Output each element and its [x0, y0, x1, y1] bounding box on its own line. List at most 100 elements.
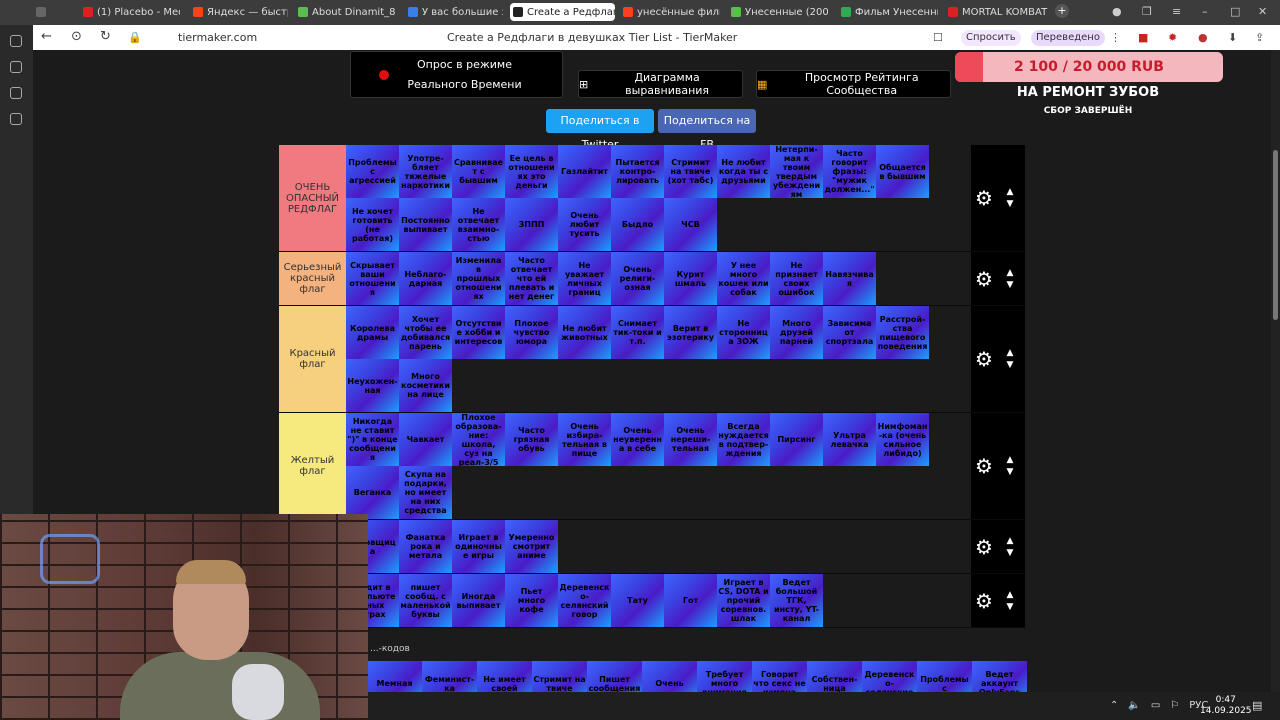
pool-item[interactable]: Не имеет своей	[477, 661, 532, 692]
tier-item[interactable]: Тату	[611, 574, 664, 627]
scrollbar-thumb[interactable]	[1273, 150, 1278, 320]
tier-item[interactable]: Не сторонница ЗОЖ	[717, 306, 770, 359]
browser-tab[interactable]: У вас большие запр	[405, 3, 503, 21]
speaker-icon[interactable]: 🔈	[1128, 700, 1140, 711]
page-scrollbar[interactable]	[1271, 50, 1280, 692]
tier-item[interactable]: Очень любит тусить	[558, 198, 611, 251]
tier-item[interactable]: Сравнивает с бывшим	[452, 145, 505, 198]
screenshot-icon[interactable]	[10, 113, 22, 125]
ask-button[interactable]: Спросить	[961, 30, 1021, 46]
tier-item[interactable]: Газлайтит	[558, 145, 611, 198]
tier-item[interactable]: Часто говорит фразы: "мужик должен..."	[823, 145, 876, 198]
tier-item[interactable]: Ведет большой ТГК, инсту, YT-канал	[770, 574, 823, 627]
realtime-poll-button[interactable]: Опрос в режиме Реального Времени	[350, 51, 563, 98]
tier-item[interactable]: Не отвечает взаимно-стью	[452, 198, 505, 251]
tier-item[interactable]: Гот	[664, 574, 717, 627]
gear-icon[interactable]: ⚙	[975, 349, 993, 369]
tier-item[interactable]: Курит шмаль	[664, 252, 717, 305]
tier-item[interactable]: Хочет чтобы ее добивался парень	[399, 306, 452, 359]
pool-item[interactable]: Очень	[642, 661, 697, 692]
chevron-down-icon[interactable]: ▼	[1003, 547, 1017, 559]
chevron-up-icon[interactable]: ▲	[1003, 589, 1017, 601]
tier-item[interactable]: ЗППП	[505, 198, 558, 251]
pool-item[interactable]: Говорит что секс не измена	[752, 661, 807, 692]
tier-item[interactable]: Пьет много кофе	[505, 574, 558, 627]
tier-item[interactable]: Ее цель в отношениях это деньги	[505, 145, 558, 198]
menu-icon[interactable]: ≡	[1172, 5, 1181, 18]
reload-icon[interactable]: ↻	[100, 29, 111, 44]
close-window-icon[interactable]: ✕	[1258, 5, 1267, 18]
pool-item[interactable]: Деревенско-селянские	[862, 661, 917, 692]
chevron-up-icon[interactable]: ▲	[1003, 267, 1017, 279]
gear-icon[interactable]: ⚙	[975, 591, 993, 611]
chevron-down-icon[interactable]: ▼	[1003, 466, 1017, 478]
tier-item[interactable]: Иногда выпивает	[452, 574, 505, 627]
tier-item[interactable]: Навязчивая	[823, 252, 876, 305]
tier-item[interactable]: Много друзей парней	[770, 306, 823, 359]
browser-tab[interactable]: (1) Placebo - Meds	[80, 3, 180, 21]
tier-item[interactable]: Не любит животных	[558, 306, 611, 359]
tier-item[interactable]: Быдло	[611, 198, 664, 251]
chevron-up-icon[interactable]: ▲	[1003, 535, 1017, 547]
more-icon[interactable]: ⋮	[1110, 31, 1121, 44]
share-icon[interactable]: ⇪	[1255, 31, 1264, 44]
gear-icon[interactable]: ⚙	[975, 188, 993, 208]
tier-item[interactable]: пишет сообщ. с маленькой буквы	[399, 574, 452, 627]
network-icon[interactable]: ⚐	[1170, 700, 1179, 711]
browser-tab[interactable]: About Dinamit_8 -	[295, 3, 395, 21]
tier-item[interactable]: Нетерпи-мая к твоим твердым убеждениям	[770, 145, 823, 198]
collections-icon[interactable]: ❐	[1142, 5, 1152, 18]
browser-tab[interactable]	[33, 3, 73, 21]
browser-tab[interactable]: Яндекс — быстрый	[190, 3, 288, 21]
tier-item[interactable]: Играет в одиночные игры	[452, 520, 505, 573]
tier-item[interactable]: Очень нереши-тельная	[664, 413, 717, 466]
tier-item[interactable]: Не уважает личных границ	[558, 252, 611, 305]
tier-item[interactable]: Плохое образова-ние: школа, суз на реал-…	[452, 413, 505, 466]
tier-item[interactable]: Отсутствие хобби и интересов	[452, 306, 505, 359]
pool-item[interactable]: Требует много внимания	[697, 661, 752, 692]
tier-item[interactable]: Проблемы с агрессией	[346, 145, 399, 198]
back-icon[interactable]: ←	[41, 29, 52, 44]
tier-item[interactable]: Не признает своих ошибок	[770, 252, 823, 305]
tier-item[interactable]: Расстрой-ства пищевого поведения	[876, 306, 929, 359]
gear-icon[interactable]: ⚙	[975, 456, 993, 476]
tier-item[interactable]: Общается в бывшим	[876, 145, 929, 198]
tier-item[interactable]: Стримит на твиче (хот табс)	[664, 145, 717, 198]
monitor-icon[interactable]: ▭	[1151, 700, 1160, 711]
chevron-up-icon[interactable]: ▲	[1003, 347, 1017, 359]
url-text[interactable]: tiermaker.com	[178, 31, 257, 44]
tier-item[interactable]: Нимфоман-ка (очень сильное либидо)	[876, 413, 929, 466]
apps-icon[interactable]	[10, 87, 22, 99]
tier-item[interactable]: Употре-бляет тяжелые наркотики	[399, 145, 452, 198]
chevron-up-icon[interactable]: ⌃	[1110, 700, 1118, 711]
pool-item[interactable]: Мемная	[367, 661, 422, 692]
tier-label[interactable]: Красный флаг	[279, 306, 346, 412]
share-fb-button[interactable]: Поделиться на FB	[658, 109, 756, 151]
tier-item[interactable]: Часто отвечает что ей плевать и нет дене…	[505, 252, 558, 305]
tier-item[interactable]: Часто грязная обувь	[505, 413, 558, 466]
translated-button[interactable]: Переведено	[1031, 30, 1105, 46]
gear-icon[interactable]: ⚙	[975, 269, 993, 289]
yandex-icon[interactable]: ⊙	[71, 29, 82, 44]
tier-item[interactable]: Чавкает	[399, 413, 452, 466]
tier-item[interactable]: Веганка	[346, 466, 399, 519]
tier-item[interactable]: ЧСВ	[664, 198, 717, 251]
tier-item[interactable]: Умеренно смотрит аниме	[505, 520, 558, 573]
tier-item[interactable]: Ультра левачка	[823, 413, 876, 466]
browser-tab[interactable]: Фильм Унесенные	[838, 3, 938, 21]
alignment-chart-button[interactable]: ⊞ Диаграмма выравнивания	[578, 70, 743, 98]
tier-item[interactable]: Верит в эзотерику	[664, 306, 717, 359]
tier-item[interactable]: Королева драмы	[346, 306, 399, 359]
tier-item[interactable]: Никогда не ставит ")" в конце сообщения	[346, 413, 399, 466]
tier-item[interactable]: Всегда нуждается в подтвер-ждения	[717, 413, 770, 466]
tier-item[interactable]: Снимает тик-токи и т.п.	[611, 306, 664, 359]
tier-item[interactable]: Деревенско-селянский говор	[558, 574, 611, 627]
extension-icon[interactable]: ●	[1198, 31, 1208, 44]
minimize-icon[interactable]: –	[1202, 5, 1208, 18]
tier-item[interactable]: Очень неуверенна в себе	[611, 413, 664, 466]
notifications-icon[interactable]: ▤	[1252, 699, 1262, 712]
tier-item[interactable]: Зависима от спортзала	[823, 306, 876, 359]
bookmark-icon[interactable]: ☐	[933, 31, 943, 44]
tier-item[interactable]: Пытается контро-лировать	[611, 145, 664, 198]
browser-tab[interactable]: унесённые фильм	[620, 3, 720, 21]
